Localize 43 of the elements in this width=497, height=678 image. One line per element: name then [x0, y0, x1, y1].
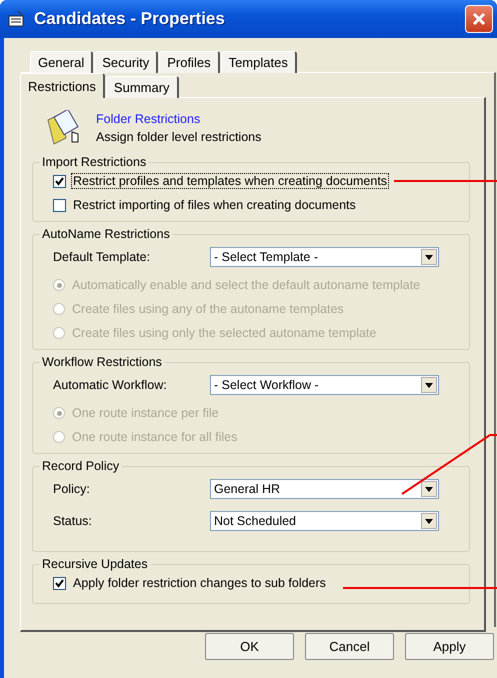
dialog-button[interactable]: Apply [405, 633, 494, 660]
tab[interactable]: Restrictions [20, 73, 105, 98]
field-label: Default Template: [53, 250, 152, 264]
dropdown-value: Not Scheduled [214, 514, 296, 528]
dropdown-value: - Select Workflow - [214, 378, 319, 392]
tab[interactable]: Profiles [159, 51, 220, 73]
dialog-button[interactable]: OK [205, 633, 294, 660]
checkbox-label: Restrict importing of files when creating documents [72, 198, 357, 212]
dropdown[interactable]: Not Scheduled [210, 511, 439, 531]
radio-label: Automatically enable and select the default autoname template [71, 278, 422, 292]
radio-label: One route instance for all files [71, 430, 238, 444]
check-icon [55, 176, 64, 186]
group-title: Recursive Updates [41, 557, 149, 571]
tab[interactable]: Security [94, 51, 158, 73]
section-title: Folder Restrictions [96, 112, 202, 126]
tab[interactable]: Templates [220, 51, 297, 73]
checkbox-label: Apply folder restriction changes to sub folders [72, 576, 327, 590]
dropdown[interactable]: General HR [210, 479, 439, 499]
close-button[interactable] [465, 5, 493, 33]
check-icon [55, 578, 64, 588]
field-label: Status: [53, 514, 93, 528]
folder-properties-icon [8, 10, 26, 28]
dropdown-value: - Select Template - [214, 250, 318, 264]
window-title: Candidates - Properties [34, 9, 226, 29]
radio-label: One route instance per file [71, 406, 220, 420]
checkbox[interactable] [53, 174, 66, 188]
dropdown-value: General HR [214, 482, 280, 496]
tab[interactable]: General [30, 51, 94, 73]
group-title: AutoName Restrictions [41, 227, 171, 241]
radio-label: Create files using only the selected autoname template [71, 326, 378, 340]
field-label: Policy: [53, 482, 91, 496]
group-title: Workflow Restrictions [41, 355, 163, 369]
radio-label: Create files using any of the autoname templates [71, 302, 345, 316]
close-icon [472, 12, 486, 26]
field-label: Automatic Workflow: [53, 378, 168, 392]
section-subtitle: Assign folder level restrictions [96, 130, 262, 144]
checkbox-label: Restrict profiles and templates when creating documents [72, 174, 388, 188]
checkbox[interactable] [53, 576, 66, 590]
tab[interactable]: Summary [106, 76, 179, 98]
dialog-button[interactable]: Cancel [305, 633, 394, 660]
group-title: Import Restrictions [41, 155, 148, 169]
group-title: Record Policy [41, 459, 120, 473]
checkbox[interactable] [53, 198, 66, 212]
